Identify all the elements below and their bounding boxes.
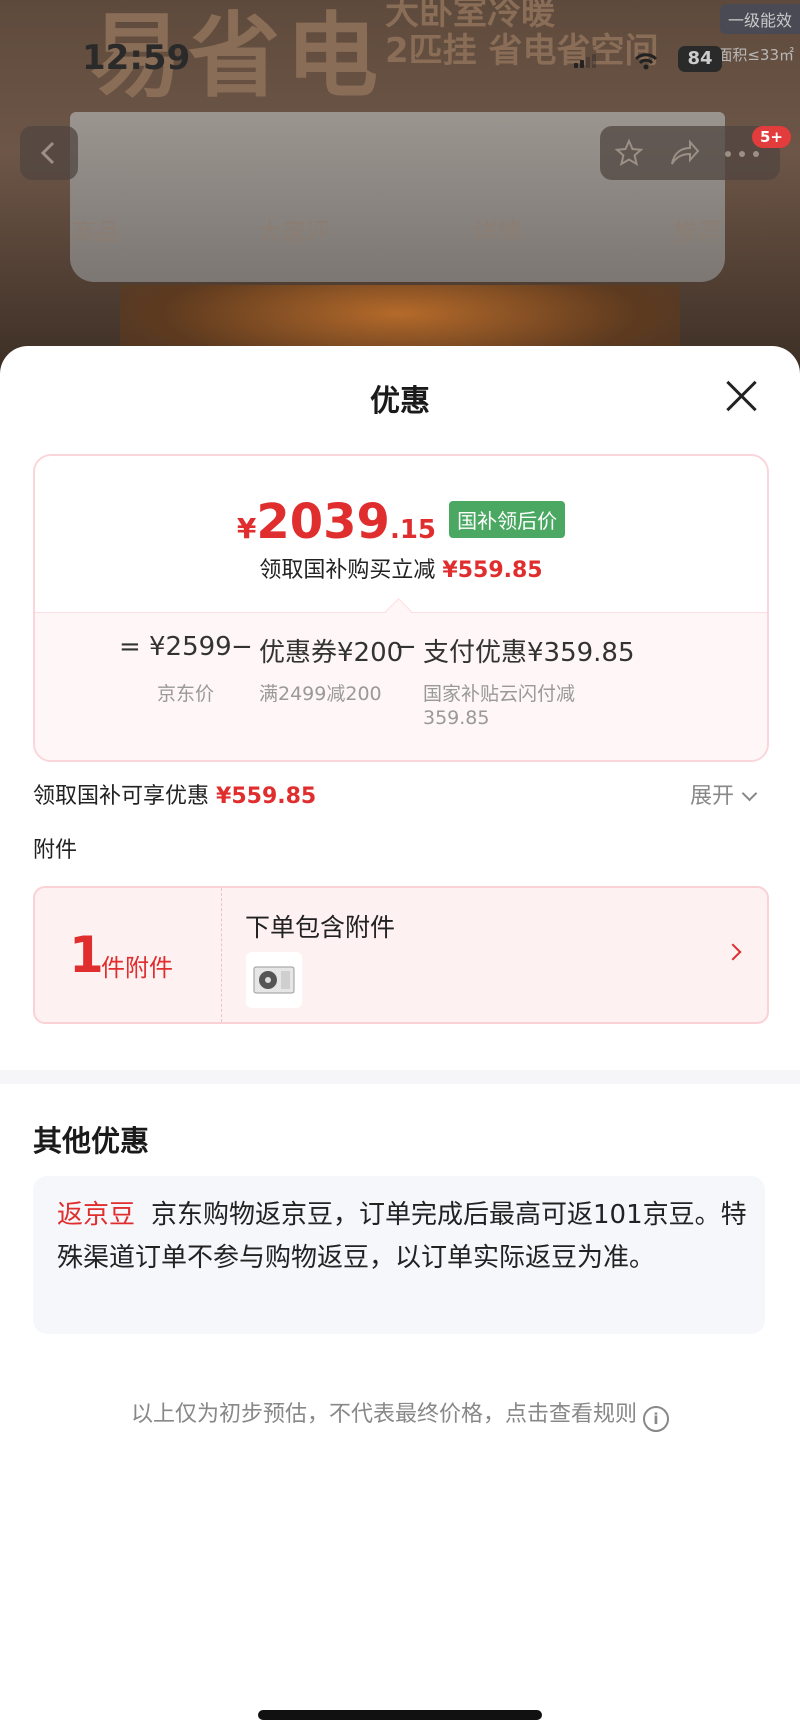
home-indicator <box>258 1710 542 1720</box>
expand-label: 展开 <box>690 784 735 809</box>
attachment-title: 下单包含附件 <box>245 913 396 942</box>
expand-button[interactable]: 展开 <box>690 778 758 810</box>
payment-discount: 支付优惠¥359.85 <box>423 638 635 668</box>
attachment-card[interactable]: 1 件附件 下单包含附件 <box>33 886 769 1024</box>
currency-symbol: ¥ <box>236 512 257 545</box>
chevron-down-icon <box>741 785 758 802</box>
cart-count-badge: 5+ <box>752 126 792 148</box>
price-decimal: .15 <box>389 515 437 545</box>
clock: 12:59 <box>82 38 191 78</box>
payment-label: 国家补贴云闪付减 359.85 <box>423 683 576 729</box>
base-price: ¥2599 <box>149 632 232 662</box>
rules-link[interactable]: 以上仅为初步预估，不代表最终价格，点击查看规则 i <box>0 1396 800 1432</box>
star-icon[interactable] <box>614 138 644 168</box>
subsidy-amount: ¥559.85 <box>216 784 317 809</box>
chevron-right-icon <box>724 943 742 961</box>
subsidy-label: 领取国补可享优惠 <box>33 784 210 809</box>
base-price-label: 京东价 <box>157 683 215 705</box>
tab-reviews[interactable]: 大家评 <box>258 212 330 247</box>
signal-icon <box>574 54 596 68</box>
status-bar: 12:59 84 <box>0 0 800 110</box>
final-price: ¥2039.15 国补领后价 <box>35 494 767 550</box>
wifi-icon <box>634 53 658 70</box>
outdoor-unit-icon <box>253 966 295 994</box>
attachment-count-panel: 1 件附件 <box>35 888 222 1022</box>
attachments-title: 附件 <box>33 838 78 863</box>
rules-text: 以上仅为初步预估，不代表最终价格，点击查看规则 <box>130 1402 637 1427</box>
subsidy-price-tag: 国补领后价 <box>449 501 566 538</box>
share-icon[interactable] <box>668 138 700 168</box>
coupon-label: 满2499减200 <box>259 683 382 705</box>
subsidy-row: 领取国补可享优惠 ¥559.85 <box>33 778 316 810</box>
bean-tag: 返京豆 <box>57 1200 136 1230</box>
tab-details[interactable]: 详情 <box>474 212 522 247</box>
tab-recommend[interactable]: 推荐 <box>674 212 722 247</box>
minus-sign: − <box>395 632 417 662</box>
coupon-discount: 优惠券¥200 <box>259 638 404 668</box>
equals-sign: = <box>119 632 141 662</box>
outdoor-unit-thumbnail[interactable] <box>246 952 302 1008</box>
close-icon[interactable] <box>720 376 764 420</box>
minus-sign: − <box>231 632 253 662</box>
save-line: 领取国补购买立减 ¥559.85 <box>35 552 767 584</box>
jd-bean-offer: 返京豆 京东购物返京豆，订单完成后最高可返101京豆。特殊渠道订单不参与购物返豆，… <box>33 1176 765 1334</box>
save-amount: ¥559.85 <box>442 558 543 583</box>
info-icon: i <box>643 1406 669 1432</box>
attachment-unit: 件附件 <box>101 954 173 982</box>
back-button[interactable] <box>20 126 78 180</box>
bean-description: 京东购物返京豆，订单完成后最高可返101京豆。特殊渠道订单不参与购物返豆，以订单… <box>57 1200 747 1273</box>
more-icon[interactable] <box>724 150 760 158</box>
price-integer: 2039 <box>256 494 390 550</box>
section-divider <box>0 1070 800 1084</box>
product-tabs: 商品 大家评 详情 推荐 <box>0 212 800 262</box>
other-offers-title: 其他优惠 <box>33 1124 150 1158</box>
price-breakdown-card: ¥2039.15 国补领后价 领取国补购买立减 ¥559.85 = ¥2599 … <box>33 454 769 762</box>
save-text: 领取国补购买立减 <box>259 558 436 583</box>
bean-offer-text: 返京豆 京东购物返京豆，订单完成后最高可返101京豆。特殊渠道订单不参与购物返豆，… <box>57 1194 747 1280</box>
battery-icon: 84 <box>678 46 722 72</box>
discount-sheet: 优惠 ¥2039.15 国补领后价 领取国补购买立减 ¥559.85 = ¥25… <box>0 346 800 1734</box>
breakdown-formula: = ¥2599 − 优惠券¥200 − 支付优惠¥359.85 <box>35 632 767 672</box>
attachment-count: 1 <box>69 926 104 984</box>
tab-product[interactable]: 商品 <box>72 212 120 247</box>
sheet-title: 优惠 <box>370 384 430 419</box>
chevron-left-icon <box>40 141 55 165</box>
